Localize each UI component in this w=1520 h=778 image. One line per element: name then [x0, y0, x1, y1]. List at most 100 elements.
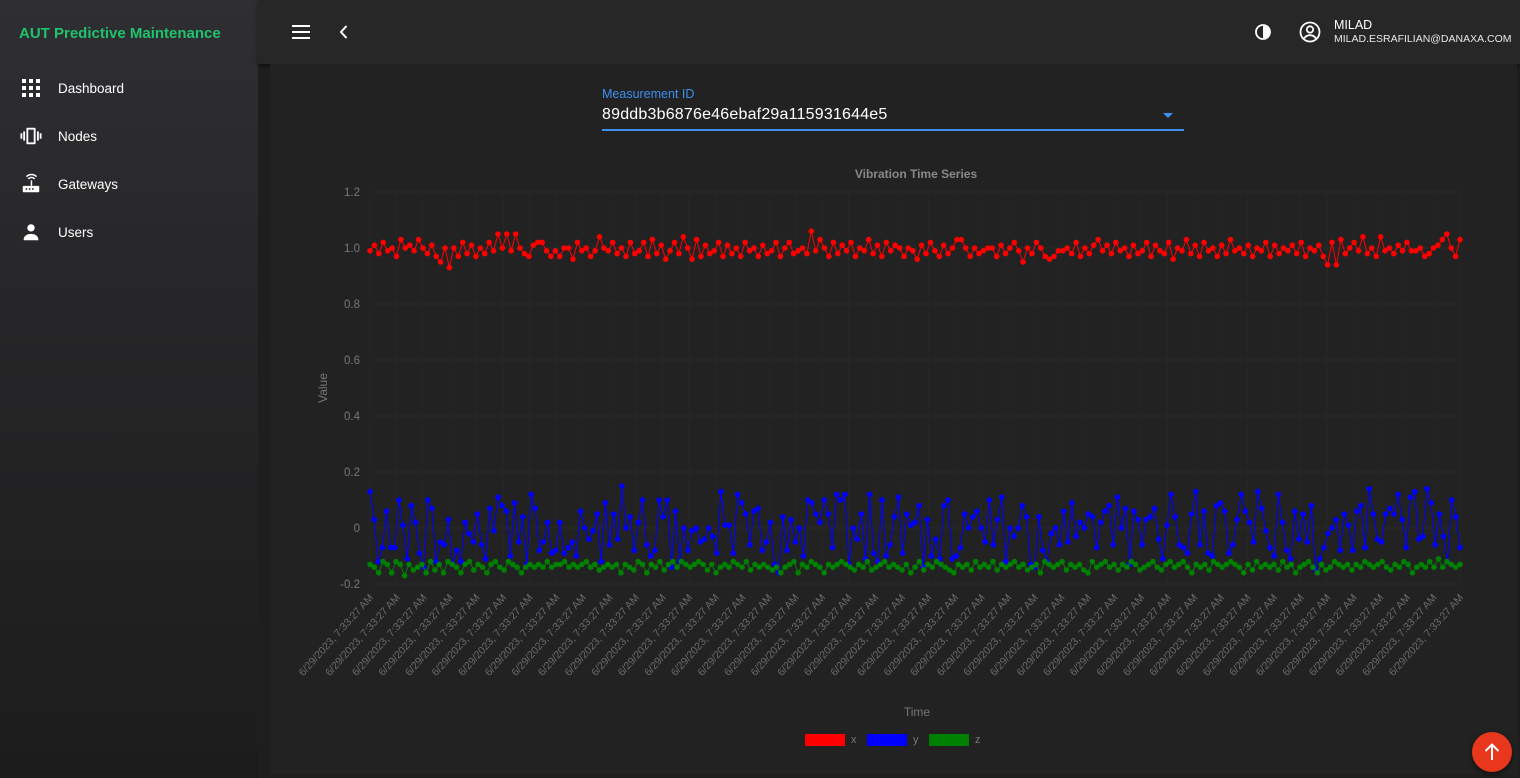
data-point	[623, 525, 629, 531]
data-point	[1099, 248, 1106, 254]
data-point	[1396, 564, 1403, 570]
data-point	[1302, 253, 1309, 260]
data-point	[553, 547, 559, 554]
data-point	[773, 564, 780, 570]
data-point	[792, 539, 799, 545]
data-point	[481, 250, 488, 257]
chevron-left-icon[interactable]	[336, 22, 352, 42]
data-point	[1029, 250, 1035, 257]
data-point	[1077, 519, 1083, 526]
data-point	[606, 542, 613, 548]
data-point	[474, 511, 481, 517]
data-point	[544, 519, 551, 526]
data-point	[383, 508, 390, 514]
data-point	[408, 502, 415, 509]
data-point	[656, 497, 662, 503]
sidebar-item-dashboard[interactable]: Dashboard	[0, 67, 258, 111]
data-point	[1391, 250, 1397, 257]
data-point	[1184, 550, 1191, 556]
data-point	[1056, 542, 1063, 548]
data-point	[971, 245, 978, 251]
data-point	[515, 539, 522, 545]
data-point	[1382, 511, 1389, 517]
data-point	[468, 242, 475, 248]
data-point	[609, 239, 616, 246]
data-point	[709, 533, 716, 540]
data-point	[415, 236, 422, 243]
data-point	[371, 564, 378, 570]
data-point	[371, 516, 377, 523]
data-point	[1065, 539, 1071, 545]
data-point	[851, 567, 858, 573]
data-point	[1102, 558, 1109, 565]
data-point	[1305, 558, 1312, 565]
data-point	[1417, 245, 1424, 251]
sidebar-item-nodes[interactable]: Nodes	[0, 115, 258, 159]
data-point	[1325, 530, 1331, 537]
account-circle-icon[interactable]	[1298, 20, 1322, 44]
data-point	[1267, 544, 1273, 551]
data-point	[1111, 561, 1117, 568]
data-point	[1345, 522, 1352, 528]
data-point	[479, 564, 486, 570]
data-point	[1037, 570, 1044, 576]
data-point	[1311, 248, 1318, 254]
legend-label-x: x	[851, 734, 857, 746]
data-point	[1435, 242, 1441, 248]
data-point	[760, 242, 766, 248]
data-point	[817, 236, 823, 243]
data-point	[432, 567, 438, 573]
data-point	[936, 253, 943, 260]
data-point	[1440, 533, 1447, 540]
data-point	[887, 248, 894, 254]
data-point	[577, 508, 584, 514]
data-point	[848, 239, 854, 246]
data-point	[813, 511, 819, 517]
data-point	[864, 558, 871, 565]
data-point	[1170, 256, 1176, 262]
data-point	[532, 505, 538, 512]
data-point	[540, 539, 547, 545]
data-point	[755, 253, 762, 260]
scroll-to-top-button[interactable]	[1472, 732, 1512, 772]
menu-icon[interactable]	[290, 22, 312, 42]
data-point	[570, 256, 576, 262]
data-point	[799, 245, 806, 251]
data-point	[1241, 250, 1247, 257]
data-point	[1271, 553, 1277, 559]
data-point	[994, 567, 1000, 573]
data-point	[1201, 239, 1207, 246]
data-point	[1378, 539, 1385, 545]
data-point	[1064, 245, 1070, 251]
data-point	[1318, 561, 1325, 568]
data-point	[1082, 245, 1088, 251]
data-point	[1033, 561, 1039, 568]
data-point	[1188, 250, 1194, 257]
data-point	[968, 567, 974, 573]
data-point	[1059, 558, 1065, 565]
data-point	[1188, 511, 1195, 517]
data-point	[684, 245, 691, 251]
data-point	[1246, 519, 1253, 526]
data-point	[1183, 236, 1190, 243]
sidebar-item-users[interactable]: Users	[0, 211, 258, 255]
data-point	[1366, 486, 1372, 492]
data-point	[1320, 253, 1326, 260]
data-point	[994, 516, 1001, 523]
data-point	[1214, 253, 1221, 260]
sidebar-item-label: Users	[58, 225, 94, 240]
data-point	[940, 242, 947, 248]
data-point	[499, 245, 506, 251]
data-point	[1118, 525, 1125, 531]
data-point	[912, 519, 918, 526]
data-point	[1210, 245, 1216, 251]
data-point	[507, 553, 514, 559]
data-point	[916, 558, 923, 565]
sidebar-item-gateways[interactable]: Gateways	[0, 163, 258, 207]
data-point	[1329, 239, 1335, 246]
data-point	[830, 239, 837, 246]
data-point	[685, 547, 691, 554]
contrast-icon[interactable]	[1254, 23, 1272, 41]
data-point	[1192, 242, 1198, 248]
data-point	[701, 536, 708, 542]
